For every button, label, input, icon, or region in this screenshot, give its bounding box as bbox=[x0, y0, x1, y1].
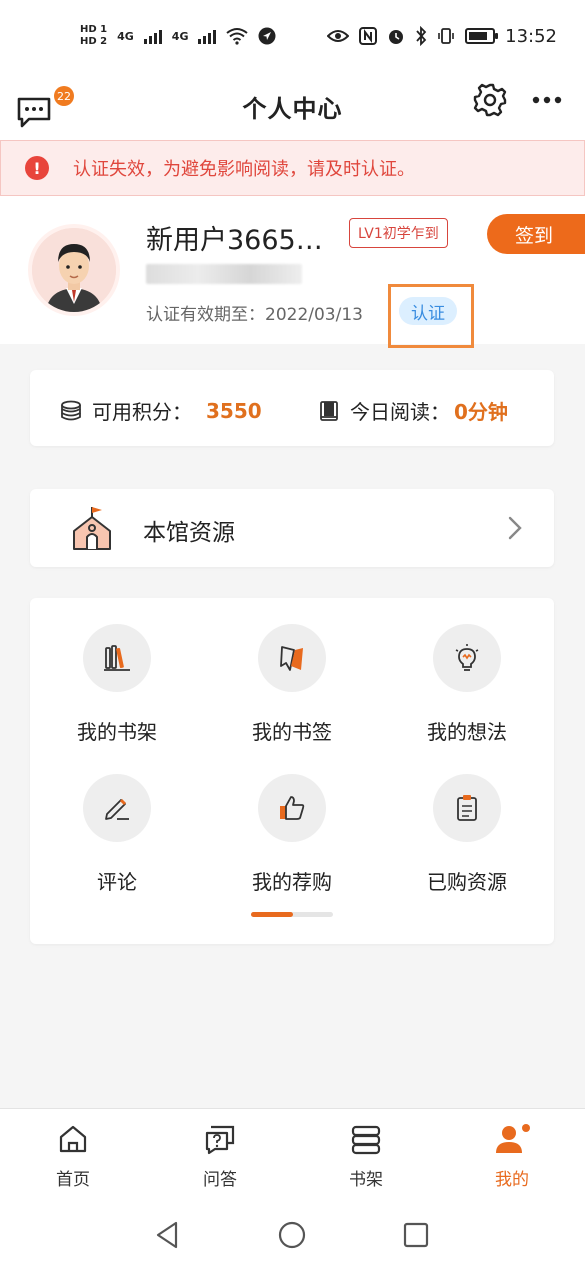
grid-item-bookmarks[interactable]: 我的书签 bbox=[217, 624, 367, 745]
grid-item-purchased[interactable]: 已购资源 bbox=[392, 774, 542, 895]
grid-label: 评论 bbox=[97, 870, 137, 894]
level-badge[interactable]: LV1初学乍到 bbox=[349, 218, 448, 248]
back-triangle-icon[interactable] bbox=[153, 1220, 183, 1250]
grid-icon-wrap bbox=[433, 624, 501, 692]
grid-icon-wrap bbox=[83, 774, 151, 842]
reading-stat[interactable]: 今日阅读： 0分钟 bbox=[318, 396, 508, 425]
profile-section: 新用户3665… LV1初学乍到 签到 认证有效期至：2022/03/13 认证 bbox=[0, 196, 585, 344]
alarm-icon bbox=[389, 30, 404, 44]
more-button[interactable] bbox=[530, 86, 564, 114]
auth-warning-banner[interactable]: ! 认证失效，为避免影响阅读，请及时认证。 bbox=[0, 140, 585, 196]
system-nav-bar bbox=[0, 1200, 585, 1269]
sim1-label: HD 1 bbox=[80, 24, 108, 35]
sim-indicator: HD 1 HD 2 bbox=[80, 24, 107, 48]
feature-grid: 我的书架 我的书签 我的想法 评论 我的荐购 已购资源 bbox=[30, 598, 554, 944]
bottom-tab-bar: 首页 问答 书架 我的 bbox=[0, 1108, 585, 1200]
grid-label: 我的想法 bbox=[427, 720, 507, 744]
bookshelf-icon bbox=[351, 1125, 381, 1155]
auth-expiry-text: 认证有效期至：2022/03/13 bbox=[146, 305, 363, 325]
signin-label: 签到 bbox=[515, 224, 554, 247]
tab-label: 书架 bbox=[349, 1170, 383, 1190]
tab-bookshelf[interactable]: 书架 bbox=[326, 1123, 406, 1190]
signal-icon-2 bbox=[198, 28, 217, 44]
message-badge: 22 bbox=[54, 86, 74, 106]
avatar[interactable] bbox=[32, 228, 116, 312]
grid-label: 我的荐购 bbox=[252, 870, 332, 894]
books-icon bbox=[104, 645, 130, 671]
status-left: HD 1 HD 2 4G 4G bbox=[80, 24, 276, 48]
reading-label: 今日阅读： bbox=[350, 400, 450, 424]
status-bar: HD 1 HD 2 4G 4G 13:52 bbox=[0, 0, 585, 72]
tab-label: 我的 bbox=[495, 1170, 529, 1190]
network1-label: 4G bbox=[117, 29, 134, 43]
home-circle-icon[interactable] bbox=[277, 1220, 307, 1250]
grid-icon-wrap bbox=[258, 774, 326, 842]
grid-label: 我的书签 bbox=[252, 720, 332, 744]
library-building-icon bbox=[73, 507, 111, 550]
clock: 13:52 bbox=[505, 25, 557, 47]
grid-icon-wrap bbox=[433, 774, 501, 842]
tab-home[interactable]: 首页 bbox=[33, 1123, 113, 1190]
network2-label: 4G bbox=[171, 29, 189, 43]
library-resources-row[interactable]: 本馆资源 bbox=[30, 489, 554, 567]
tab-label: 首页 bbox=[56, 1170, 90, 1190]
chat-bubble-icon bbox=[17, 97, 51, 128]
grid-label: 我的书架 bbox=[77, 720, 157, 744]
grid-item-recommend[interactable]: 我的荐购 bbox=[217, 774, 367, 895]
sim2-label: HD 2 bbox=[80, 36, 108, 47]
bluetooth-icon bbox=[416, 26, 427, 46]
grid-item-comments[interactable]: 评论 bbox=[42, 774, 192, 895]
library-label: 本馆资源 bbox=[143, 520, 235, 546]
username[interactable]: 新用户3665… bbox=[146, 218, 323, 257]
grid-item-ideas[interactable]: 我的想法 bbox=[392, 624, 542, 745]
nfc-icon bbox=[359, 27, 378, 45]
annotation-highlight-box bbox=[388, 284, 474, 348]
user-icon bbox=[496, 1124, 530, 1153]
signin-button[interactable]: 签到 bbox=[487, 214, 585, 254]
pen-icon bbox=[105, 798, 129, 820]
alert-icon: ! bbox=[25, 156, 49, 180]
tab-mine[interactable]: 我的 bbox=[472, 1123, 552, 1190]
home-icon bbox=[59, 1125, 87, 1153]
message-button[interactable]: 22 bbox=[16, 86, 74, 128]
thumbs-up-icon bbox=[280, 796, 305, 820]
wifi-icon bbox=[226, 28, 249, 45]
qa-icon bbox=[205, 1125, 235, 1155]
points-label: 可用积分： bbox=[92, 400, 192, 424]
vibrate-icon bbox=[438, 28, 454, 44]
bookmark-icon bbox=[280, 646, 303, 671]
grid-label: 已购资源 bbox=[427, 870, 507, 894]
location-icon bbox=[258, 27, 276, 45]
more-dots-icon bbox=[532, 96, 562, 104]
chevron-right-icon bbox=[508, 516, 522, 540]
points-stat[interactable]: 可用积分： 3550 bbox=[60, 396, 262, 425]
reading-value: 0分钟 bbox=[454, 400, 508, 424]
points-value: 3550 bbox=[206, 398, 262, 423]
clipboard-icon bbox=[457, 795, 477, 821]
warning-text: 认证失效，为避免影响阅读，请及时认证。 bbox=[73, 159, 415, 180]
lightbulb-icon bbox=[455, 644, 479, 671]
signal-icon bbox=[143, 28, 162, 44]
tab-qa[interactable]: 问答 bbox=[180, 1123, 260, 1190]
settings-button[interactable] bbox=[472, 82, 508, 118]
battery-icon bbox=[465, 28, 499, 44]
coins-icon bbox=[61, 400, 81, 420]
page-title: 个人中心 bbox=[242, 94, 343, 123]
grid-item-bookshelf[interactable]: 我的书架 bbox=[42, 624, 192, 745]
avatar-man-icon bbox=[32, 228, 116, 312]
grid-icon-wrap bbox=[83, 624, 151, 692]
points-card: 可用积分： 3550 今日阅读： 0分钟 bbox=[30, 370, 554, 446]
gear-icon bbox=[473, 83, 507, 117]
grid-icon-wrap bbox=[258, 624, 326, 692]
tab-label: 问答 bbox=[203, 1170, 237, 1190]
book-icon bbox=[320, 400, 338, 421]
blurred-account-info bbox=[146, 264, 302, 284]
status-right: 13:52 bbox=[327, 26, 557, 47]
grid-page-indicator bbox=[251, 912, 333, 917]
eye-icon bbox=[327, 30, 350, 42]
recents-square-icon[interactable] bbox=[401, 1220, 431, 1250]
